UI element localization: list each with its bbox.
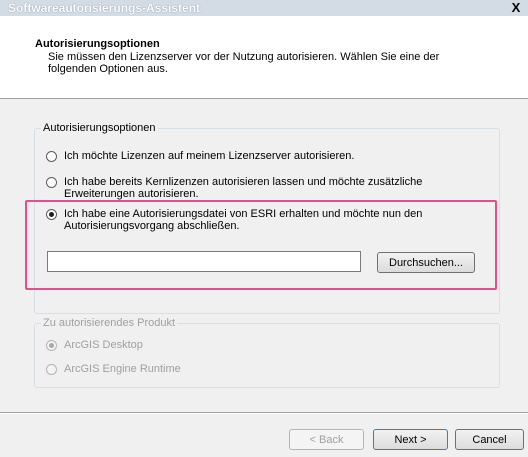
product-group: Zu autorisierendes Produkt (34, 317, 500, 388)
group-legend: Zu autorisierendes Produkt (41, 317, 178, 330)
option-arcgis-desktop[interactable]: ArcGIS Desktop (46, 339, 143, 351)
option-label: Ich habe bereits Kernlizenzen autorisier… (64, 176, 423, 200)
radio-button[interactable] (46, 151, 57, 162)
title-bar[interactable]: Softwareautorisierungs-Assistent X (0, 0, 528, 16)
option-authorization-file[interactable]: Ich habe eine Autorisierungsdatei von ES… (46, 208, 486, 232)
option-authorize-extensions[interactable]: Ich habe bereits Kernlizenzen autorisier… (46, 176, 486, 200)
radio-button[interactable] (46, 177, 57, 188)
page-description: Sie müssen den Lizenzserver vor der Nutz… (48, 51, 440, 75)
wizard-window: Softwareautorisierungs-Assistent X Autor… (0, 0, 528, 457)
radio-button-selected[interactable] (46, 209, 57, 220)
wizard-header: Autorisierungsoptionen Sie müssen den Li… (0, 16, 528, 99)
option-label: ArcGIS Engine Runtime (64, 363, 181, 375)
radio-button[interactable] (46, 364, 57, 375)
browse-button[interactable]: Durchsuchen... (377, 252, 475, 273)
group-legend: Autorisierungsoptionen (41, 122, 158, 135)
option-label: ArcGIS Desktop (64, 339, 143, 351)
option-arcgis-engine-runtime[interactable]: ArcGIS Engine Runtime (46, 363, 181, 375)
option-label: Ich möchte Lizenzen auf meinem Lizenzser… (64, 150, 355, 162)
option-authorize-licenses[interactable]: Ich möchte Lizenzen auf meinem Lizenzser… (46, 150, 486, 162)
option-label: Ich habe eine Autorisierungsdatei von ES… (64, 208, 423, 232)
next-button[interactable]: Next > (373, 429, 448, 450)
window-title: Softwareautorisierungs-Assistent (8, 1, 201, 15)
cancel-button[interactable]: Cancel (455, 429, 524, 450)
footer-separator (0, 412, 528, 414)
radio-button-selected[interactable] (46, 340, 57, 351)
close-icon[interactable]: X (510, 0, 522, 15)
back-button[interactable]: < Back (289, 429, 364, 450)
page-title: Autorisierungsoptionen (35, 38, 160, 50)
authorization-file-path-input[interactable] (47, 251, 361, 272)
